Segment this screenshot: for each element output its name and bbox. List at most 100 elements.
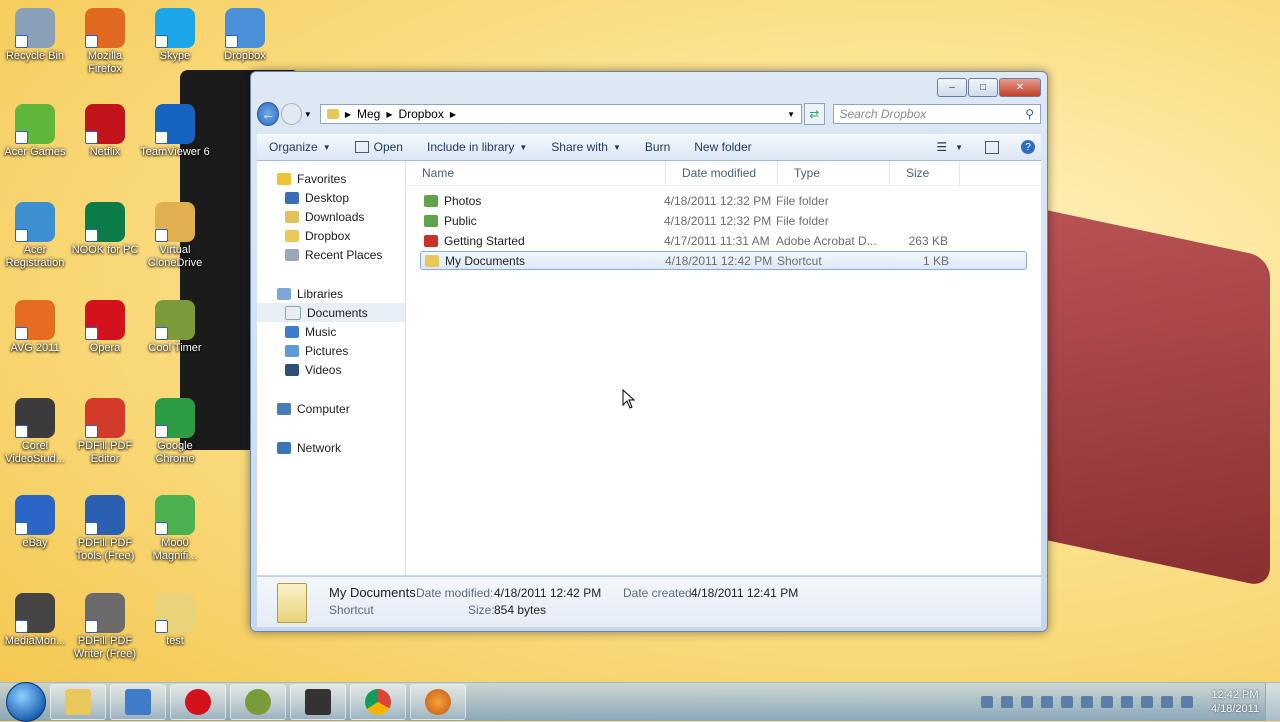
nav-pictures[interactable]: Pictures [257, 341, 405, 360]
taskbar-explorer[interactable] [50, 684, 106, 720]
taskbar-chrome[interactable] [350, 684, 406, 720]
nav-network[interactable]: Network [257, 438, 405, 457]
desktop-icon[interactable]: test [140, 593, 210, 648]
burn-button[interactable]: Burn [633, 140, 682, 154]
desktop-icon[interactable]: Cool Timer [140, 300, 210, 355]
view-options-icon[interactable]: ☰ [936, 140, 947, 154]
column-date-modified[interactable]: Date modified [666, 161, 778, 185]
forward-button[interactable] [281, 103, 302, 125]
open-icon [354, 141, 369, 153]
tray-app-icon[interactable] [1101, 696, 1113, 708]
breadcrumb-separator-icon[interactable]: ▶ [450, 110, 456, 119]
column-type[interactable]: Type [778, 161, 890, 185]
clock[interactable]: 12:42 PM 4/18/2011 [1205, 688, 1265, 716]
desktop-icon[interactable]: Opera [70, 300, 140, 355]
breadcrumb-separator-icon[interactable]: ▶ [345, 110, 351, 119]
file-type-icon [424, 194, 438, 207]
nav-dropbox[interactable]: Dropbox [257, 226, 405, 245]
tray-app-icon[interactable] [1041, 696, 1053, 708]
tray-app-icon[interactable] [1021, 696, 1033, 708]
action-center-flag-icon[interactable] [981, 696, 993, 708]
address-bar[interactable]: ▶ Meg ▶ Dropbox ▶ ▼ [319, 104, 802, 124]
table-row[interactable]: Photos 4/18/2011 12:32 PM File folder [420, 191, 1027, 210]
desktop-icon[interactable]: MediaMon... [0, 593, 70, 648]
table-row[interactable]: My Documents 4/18/2011 12:42 PM Shortcut 1 … [420, 251, 1027, 270]
breadcrumb-separator-icon[interactable]: ▶ [386, 110, 392, 119]
tray-app-icon[interactable] [1001, 696, 1013, 708]
volume-icon[interactable] [1181, 696, 1193, 708]
desktop-icon[interactable]: Acer Games [0, 104, 70, 159]
breadcrumb-dropbox[interactable]: Dropbox [398, 107, 443, 121]
new-folder-button[interactable]: New folder [682, 140, 763, 154]
taskbar-firefox[interactable] [410, 684, 466, 720]
table-row[interactable]: Getting Started 4/17/2011 11:31 AM Adobe A… [420, 231, 1027, 250]
nav-libraries[interactable]: Libraries [257, 284, 405, 303]
desktop-icon[interactable]: Skype [140, 8, 210, 63]
desktop-icon[interactable]: Virtual CloneDrive [140, 202, 210, 270]
column-name[interactable]: Name [406, 161, 666, 185]
organize-button[interactable]: Organize ▼ [257, 140, 343, 154]
start-button[interactable] [6, 682, 46, 722]
app-icon [15, 8, 55, 48]
search-input[interactable]: Search Dropbox ⚲ [832, 104, 1041, 124]
tray-app-icon[interactable] [1081, 696, 1093, 708]
taskbar-corel[interactable] [290, 684, 346, 720]
nav-videos[interactable]: Videos [257, 360, 405, 379]
table-row[interactable]: Public 4/18/2011 12:32 PM File folder [420, 211, 1027, 230]
nav-music[interactable]: Music [257, 322, 405, 341]
taskbar-cool-timer[interactable] [230, 684, 286, 720]
desktop-icon[interactable]: Google Chrome [140, 398, 210, 466]
nav-recent-places[interactable]: Recent Places [257, 245, 405, 264]
desktop-icon[interactable]: Dropbox [210, 8, 280, 63]
desktop-icon-label: Mozilla Firefox [87, 50, 123, 75]
desktop-icon[interactable]: eBay [0, 495, 70, 550]
tray-app-icon[interactable] [1061, 696, 1073, 708]
desktop-icon[interactable]: Corel VideoStud... [0, 398, 70, 466]
open-button[interactable]: Open [343, 140, 415, 154]
desktop-icon[interactable]: PDFill PDF Editor [70, 398, 140, 466]
desktop-icon[interactable]: AVG 2011 [0, 300, 70, 355]
show-desktop-button[interactable] [1265, 683, 1280, 721]
desktop-icon-label: Netflix [89, 146, 121, 158]
include-in-library-button[interactable]: Include in library ▼ [415, 140, 539, 154]
taskbar-network-app[interactable] [110, 684, 166, 720]
network-status-icon[interactable] [1161, 696, 1173, 708]
nav-desktop[interactable]: Desktop [257, 188, 405, 207]
tray-app-icon[interactable] [1141, 696, 1153, 708]
share-with-button[interactable]: Share with ▼ [539, 140, 633, 154]
column-name-label: Name [422, 166, 455, 180]
minimize-button[interactable]: – [937, 78, 967, 97]
details-size-label: Size: [468, 603, 495, 617]
preview-pane-icon[interactable] [985, 140, 999, 154]
documents-icon [285, 305, 301, 320]
address-dropdown-icon[interactable]: ▼ [787, 110, 795, 119]
desktop-icon[interactable]: Acer Registration [0, 202, 70, 270]
tray-app-icon[interactable] [1121, 696, 1133, 708]
chevron-down-icon[interactable]: ▼ [955, 143, 963, 152]
folder-icon [285, 229, 299, 242]
taskbar-opera[interactable] [170, 684, 226, 720]
close-button[interactable]: ✕ [999, 78, 1041, 97]
breadcrumb-meg[interactable]: Meg [357, 107, 380, 121]
taskbar: 12:42 PM 4/18/2011 [0, 682, 1280, 722]
nav-computer[interactable]: Computer [257, 399, 405, 418]
nav-favorites[interactable]: Favorites [257, 169, 405, 188]
desktop-icon[interactable]: NOOK for PC [70, 202, 140, 257]
back-button[interactable]: ← [257, 102, 280, 126]
nav-downloads[interactable]: Downloads [257, 207, 405, 226]
nav-documents[interactable]: Documents [257, 303, 405, 322]
desktop-icon[interactable]: Moo0 Magnifi... [140, 495, 210, 563]
help-icon[interactable]: ? [1021, 140, 1035, 154]
desktop-icon[interactable]: Netflix [70, 104, 140, 159]
desktop-icon[interactable]: Recycle Bin [0, 8, 70, 63]
desktop-icon[interactable]: TeamViewer 6 [140, 104, 210, 159]
column-size[interactable]: Size [890, 161, 960, 185]
desktop-icon[interactable]: PDFill PDF Writer (Free) [70, 593, 140, 661]
maximize-button[interactable]: □ [968, 78, 998, 97]
videos-icon [285, 363, 299, 376]
desktop-icon[interactable]: Mozilla Firefox [70, 8, 140, 76]
recent-pages-chevron-icon[interactable]: ▼ [304, 110, 312, 119]
new-folder-label: New folder [694, 140, 752, 154]
refresh-button[interactable]: ⇄ [803, 103, 825, 125]
desktop-icon[interactable]: PDFill PDF Tools (Free) [70, 495, 140, 563]
